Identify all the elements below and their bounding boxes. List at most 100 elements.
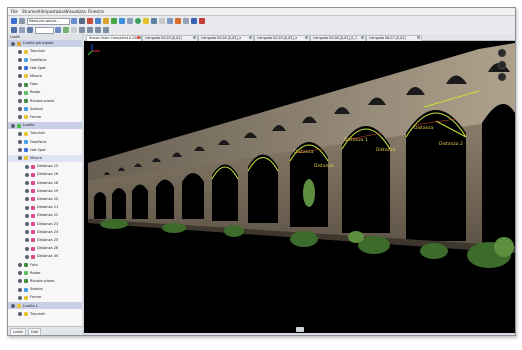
visibility-eye-icon[interactable] xyxy=(18,115,22,120)
point-icon[interactable] xyxy=(111,17,117,24)
visibility-eye-icon[interactable] xyxy=(25,172,29,177)
visibility-eye-icon[interactable] xyxy=(18,312,22,317)
fit-icon[interactable] xyxy=(71,26,77,33)
visibility-eye-icon[interactable] xyxy=(18,262,22,267)
layer-category-row[interactable]: Radar xyxy=(8,270,82,277)
cut-icon[interactable] xyxy=(127,17,133,24)
visibility-eye-icon[interactable] xyxy=(25,254,29,259)
layer-category-row[interactable]: Foto xyxy=(8,261,82,268)
photo-icon[interactable] xyxy=(175,17,181,24)
visibility-eye-icon[interactable] xyxy=(18,107,22,112)
measure-item-row[interactable]: Distanza 16 xyxy=(8,171,82,178)
visibility-eye-icon[interactable] xyxy=(25,246,29,251)
visibility-eye-icon[interactable] xyxy=(25,213,29,218)
layer-category-row[interactable]: Ricostruzione xyxy=(8,97,82,104)
layer-category-row[interactable]: Geofisica xyxy=(8,56,82,63)
sphere-icon[interactable] xyxy=(135,17,141,24)
layer-category-row[interactable]: Forme xyxy=(8,114,82,121)
visibility-eye-icon[interactable] xyxy=(25,180,29,185)
visibility-eye-icon[interactable] xyxy=(25,230,29,235)
section-icon[interactable] xyxy=(183,17,189,24)
rotate-icon[interactable] xyxy=(63,26,69,33)
visibility-eye-icon[interactable] xyxy=(18,287,22,292)
layer-group-row[interactable]: Livello principale xyxy=(8,40,82,47)
visibility-eye-icon[interactable] xyxy=(18,131,22,136)
measure-item-row[interactable]: Distanza 24 xyxy=(8,229,82,236)
measure-item-row[interactable]: Distanza 21 xyxy=(8,204,82,211)
delete-icon[interactable] xyxy=(87,17,93,24)
front-view-icon[interactable] xyxy=(87,26,93,33)
save-icon[interactable] xyxy=(11,26,17,33)
layer-category-row[interactable]: Radar xyxy=(8,89,82,96)
tab-livelli[interactable]: Livelli xyxy=(10,328,27,335)
grid-icon[interactable] xyxy=(159,17,165,24)
visibility-eye-icon[interactable] xyxy=(25,164,29,169)
side-view-icon[interactable] xyxy=(95,26,101,33)
measure-item-row[interactable]: Distanza 18 xyxy=(8,179,82,186)
view-mode-select[interactable]: Nessuna specie... xyxy=(27,18,70,25)
record-icon[interactable] xyxy=(199,17,205,24)
tab-document-2[interactable]: Campata 03-04 [0,02]_e xyxy=(198,34,254,41)
point-cloud-viewport[interactable]: Distanza Distanza Distanza 1 Distanza Di… xyxy=(84,41,515,333)
tab-document-0[interactable]: Nuovo Salen Completo10-25mil xyxy=(86,34,142,41)
close-icon[interactable] xyxy=(305,36,308,40)
measure-item-row[interactable]: Distanza 26 xyxy=(8,245,82,252)
close-icon[interactable] xyxy=(249,36,252,40)
layer-category-row[interactable]: Geofisica xyxy=(8,138,82,145)
top-view-icon[interactable] xyxy=(79,26,85,33)
layer-category-row[interactable]: Hot Spot xyxy=(8,147,82,154)
visibility-eye-icon[interactable] xyxy=(11,41,15,46)
visibility-eye-icon[interactable] xyxy=(25,221,29,226)
camera-icon[interactable] xyxy=(151,17,157,24)
visibility-eye-icon[interactable] xyxy=(18,98,22,103)
layer-category-row[interactable]: Misure xyxy=(8,154,82,162)
tab-document-4[interactable]: Campata 03-06 [0,02]_0_1 xyxy=(310,34,366,41)
measure-item-row[interactable]: Distanza 25 xyxy=(8,237,82,244)
menu-visualizza[interactable]: Visualizza xyxy=(66,9,86,14)
close-icon[interactable] xyxy=(361,36,364,40)
iso-view-icon[interactable] xyxy=(103,26,109,33)
visibility-eye-icon[interactable] xyxy=(18,156,22,161)
tab-document-1[interactable]: Campata 03-03 [0,02] xyxy=(142,34,198,41)
visibility-eye-icon[interactable] xyxy=(18,271,22,276)
new-file-icon[interactable] xyxy=(11,17,17,24)
layer-category-row[interactable]: Hot Spot xyxy=(8,65,82,72)
visibility-eye-icon[interactable] xyxy=(18,49,22,54)
layer-group-row[interactable]: Livello xyxy=(8,122,82,129)
export-icon[interactable] xyxy=(191,17,197,24)
pencil-icon[interactable] xyxy=(103,17,109,24)
settings-icon[interactable] xyxy=(19,17,25,24)
zoom-select[interactable] xyxy=(35,27,54,34)
layer-category-row[interactable]: Ricostruzione xyxy=(8,278,82,285)
layer-category-row[interactable]: Tracciati xyxy=(8,130,82,137)
visibility-eye-icon[interactable] xyxy=(18,66,22,71)
navigation-widget-icon[interactable] xyxy=(497,48,507,82)
redo-icon[interactable] xyxy=(27,26,33,33)
select-icon[interactable] xyxy=(119,17,125,24)
measure-item-row[interactable]: Distanza 20 xyxy=(8,196,82,203)
visibility-eye-icon[interactable] xyxy=(18,295,22,300)
measure-item-row[interactable]: Distanza 23 xyxy=(8,220,82,227)
pan-icon[interactable] xyxy=(55,26,61,33)
layer-category-row[interactable]: Tracciati xyxy=(8,311,82,318)
menu-file[interactable]: File xyxy=(11,9,18,14)
visibility-eye-icon[interactable] xyxy=(18,139,22,144)
tab-dati[interactable]: Dati xyxy=(28,328,42,335)
tab-document-5[interactable]: Campata 06-07 [0,02] xyxy=(366,34,422,41)
point-cloud-render[interactable]: Distanza Distanza Distanza 1 Distanza Di… xyxy=(84,41,515,333)
visibility-eye-icon[interactable] xyxy=(25,238,29,243)
visibility-eye-icon[interactable] xyxy=(11,123,15,128)
layer-category-row[interactable]: Sezioni xyxy=(8,106,82,113)
visibility-eye-icon[interactable] xyxy=(18,148,22,153)
visibility-eye-icon[interactable] xyxy=(11,303,15,308)
measure-item-row[interactable]: Distanza 22 xyxy=(8,212,82,219)
visibility-eye-icon[interactable] xyxy=(18,74,22,79)
measure-item-row[interactable]: Distanza 19 xyxy=(8,188,82,195)
close-icon[interactable] xyxy=(417,36,420,40)
move-icon[interactable] xyxy=(79,17,85,24)
visibility-eye-icon[interactable] xyxy=(25,197,29,202)
measure-item-row[interactable]: Distanza 30 xyxy=(8,253,82,260)
undo-icon[interactable] xyxy=(19,26,25,33)
menu-impostazioni[interactable]: Impostazioni xyxy=(42,9,67,14)
visibility-eye-icon[interactable] xyxy=(18,57,22,62)
